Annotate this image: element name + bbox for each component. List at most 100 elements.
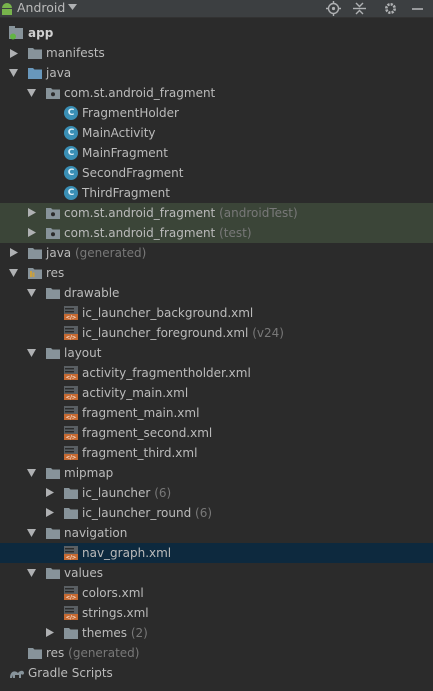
- tree-node-xml-file[interactable]: fragment_third.xml: [0, 443, 433, 463]
- tree-node-ic-launcher[interactable]: ic_launcher (6): [0, 483, 433, 503]
- expand-arrow-icon[interactable]: [28, 208, 36, 217]
- generated-folder-icon: [28, 247, 42, 259]
- folder-icon: [64, 507, 78, 519]
- xml-file-icon: [64, 326, 78, 340]
- tree-node-res-generated[interactable]: res (generated): [0, 643, 433, 663]
- tree-node-nav-graph-selected[interactable]: nav_graph.xml: [0, 543, 433, 563]
- tree-node-xml-file[interactable]: activity_main.xml: [0, 383, 433, 403]
- folder-icon: [64, 487, 78, 499]
- node-label: ic_launcher_background.xml: [82, 306, 254, 320]
- node-label: MainFragment: [82, 146, 168, 160]
- folder-name: ic_launcher_round: [82, 506, 192, 520]
- tree-node-mipmap[interactable]: mipmap: [0, 463, 433, 483]
- class-icon: C: [64, 186, 78, 200]
- node-label: fragment_main.xml: [82, 406, 200, 420]
- node-label: app: [28, 26, 54, 40]
- tree-node-class[interactable]: C MainActivity: [0, 123, 433, 143]
- node-label: Gradle Scripts: [28, 666, 113, 680]
- tree-node-xml-file[interactable]: ic_launcher_background.xml: [0, 303, 433, 323]
- file-name: ic_launcher_foreground.xml: [82, 326, 249, 340]
- node-tag: (v24): [252, 326, 284, 340]
- node-label: java: [46, 66, 72, 80]
- node-label: activity_main.xml: [82, 386, 189, 400]
- node-label: values: [64, 566, 104, 580]
- package-icon: [46, 207, 60, 219]
- tree-node-drawable[interactable]: drawable: [0, 283, 433, 303]
- tree-node-res[interactable]: res: [0, 263, 433, 283]
- xml-file-icon: [64, 306, 78, 320]
- expand-arrow-icon[interactable]: [10, 49, 18, 58]
- node-label: themes (2): [82, 623, 148, 643]
- expand-arrow-icon[interactable]: [10, 248, 18, 257]
- expand-arrow-icon[interactable]: [46, 508, 54, 517]
- xml-file-icon: [64, 586, 78, 600]
- tree-node-layout[interactable]: layout: [0, 343, 433, 363]
- class-icon: C: [64, 146, 78, 160]
- tree-node-app[interactable]: app: [0, 23, 433, 43]
- tree-node-xml-file[interactable]: fragment_second.xml: [0, 423, 433, 443]
- generated-folder-icon: [28, 647, 42, 659]
- node-label: res: [46, 266, 65, 280]
- package-name: com.st.android_fragment: [64, 226, 216, 240]
- tree-node-java[interactable]: java: [0, 63, 433, 83]
- folder-name: themes: [82, 626, 128, 640]
- expand-arrow-icon[interactable]: [46, 488, 54, 497]
- tree-node-package-test[interactable]: com.st.android_fragment (test): [0, 223, 433, 243]
- tree-node-package-main[interactable]: com.st.android_fragment: [0, 83, 433, 103]
- resource-folder-icon: [28, 267, 42, 279]
- view-selector[interactable]: Android: [17, 0, 65, 16]
- xml-file-icon: [64, 426, 78, 440]
- xml-file-icon: [64, 446, 78, 460]
- collapse-arrow-icon[interactable]: [27, 529, 36, 537]
- expand-arrow-icon[interactable]: [46, 628, 54, 637]
- collapse-arrow-icon[interactable]: [27, 289, 36, 297]
- collapse-all-icon[interactable]: [352, 1, 367, 16]
- node-label: com.st.android_fragment (test): [64, 223, 252, 243]
- tree-node-class[interactable]: C MainFragment: [0, 143, 433, 163]
- tree-node-java-generated[interactable]: java (generated): [0, 243, 433, 263]
- node-count: (6): [154, 486, 172, 500]
- tree-node-xml-file[interactable]: fragment_main.xml: [0, 403, 433, 423]
- tree-node-xml-file[interactable]: activity_fragmentholder.xml: [0, 363, 433, 383]
- locate-icon[interactable]: [326, 1, 341, 16]
- tree-node-xml-file[interactable]: strings.xml: [0, 603, 433, 623]
- tree-node-class[interactable]: C FragmentHolder: [0, 103, 433, 123]
- tree-node-manifests[interactable]: manifests: [0, 43, 433, 63]
- package-icon: [46, 87, 60, 99]
- tree-node-navigation[interactable]: navigation: [0, 523, 433, 543]
- tree-node-package-androidtest[interactable]: com.st.android_fragment (androidTest): [0, 203, 433, 223]
- tree-node-xml-file[interactable]: ic_launcher_foreground.xml (v24): [0, 323, 433, 343]
- minimize-icon[interactable]: [410, 1, 425, 16]
- tree-node-xml-file[interactable]: colors.xml: [0, 583, 433, 603]
- tree-node-themes[interactable]: themes (2): [0, 623, 433, 643]
- gear-icon[interactable]: [383, 1, 398, 16]
- node-count: (6): [195, 506, 213, 520]
- collapse-arrow-icon[interactable]: [27, 89, 36, 97]
- dropdown-caret-icon[interactable]: [68, 4, 77, 10]
- project-toolbar: Android: [0, 0, 433, 18]
- source-folder-icon: [28, 67, 42, 79]
- folder-name: ic_launcher: [82, 486, 151, 500]
- tree-node-ic-launcher-round[interactable]: ic_launcher_round (6): [0, 503, 433, 523]
- collapse-arrow-icon[interactable]: [27, 349, 36, 357]
- node-label: MainActivity: [82, 126, 156, 140]
- node-label: com.st.android_fragment (androidTest): [64, 203, 298, 223]
- node-label: drawable: [64, 286, 120, 300]
- tree-node-gradle-scripts[interactable]: Gradle Scripts: [0, 663, 433, 683]
- tree-node-class[interactable]: C ThirdFragment: [0, 183, 433, 203]
- tree-node-class[interactable]: C SecondFragment: [0, 163, 433, 183]
- node-label: layout: [64, 346, 102, 360]
- node-tag: (generated): [74, 246, 147, 260]
- collapse-arrow-icon[interactable]: [27, 469, 36, 477]
- expand-arrow-icon[interactable]: [28, 228, 36, 237]
- node-label: FragmentHolder: [82, 106, 179, 120]
- node-label: manifests: [46, 46, 105, 60]
- collapse-arrow-icon[interactable]: [27, 569, 36, 577]
- collapse-arrow-icon[interactable]: [9, 269, 18, 277]
- node-label: activity_fragmentholder.xml: [82, 366, 251, 380]
- folder-name: res: [46, 646, 65, 660]
- class-icon: C: [64, 106, 78, 120]
- tree-node-values[interactable]: values: [0, 563, 433, 583]
- xml-file-icon: [64, 606, 78, 620]
- collapse-arrow-icon[interactable]: [9, 69, 18, 77]
